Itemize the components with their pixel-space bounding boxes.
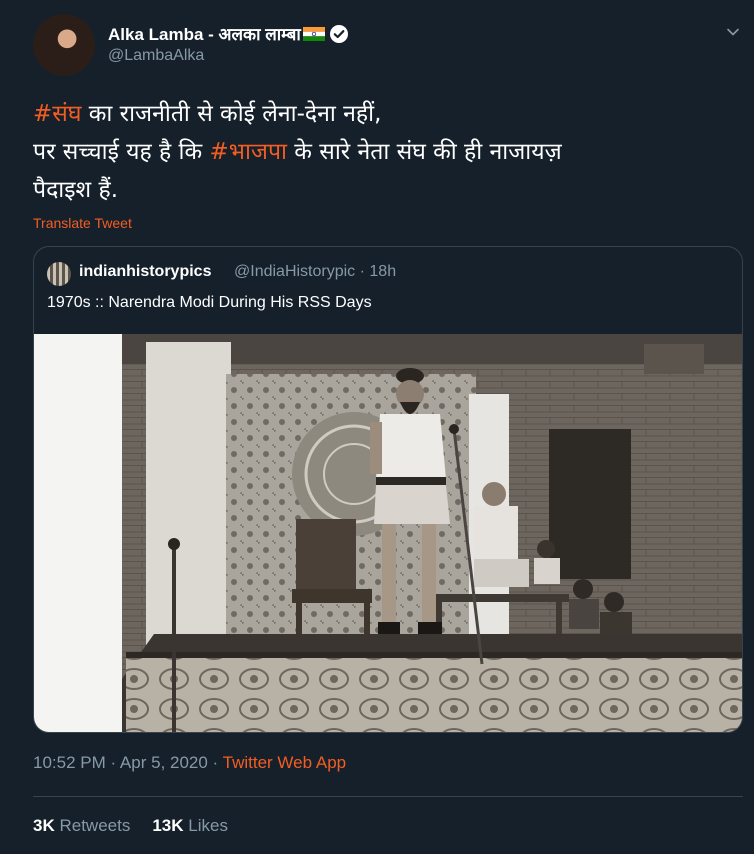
quoted-author-handle-time: @IndiaHistorypic · 18h [234,263,397,280]
flag-icon [302,26,325,41]
likes-label: Likes [188,816,228,835]
author-display-name[interactable]: Alka Lamba - अलका लाम्बा [108,22,301,45]
name-row: Alka Lamba - अलका लाम्बा [108,22,349,45]
tweet-line-3: पैदाइश हैं. [33,177,119,203]
tweet-source-app[interactable]: Twitter Web App [223,753,346,772]
tweet-text: #संघ का राजनीती से कोई लेना-देना नहीं, प… [33,95,723,209]
retweets-stat[interactable]: 3K Retweets [33,816,130,836]
likes-stat[interactable]: 13K Likes [152,816,228,836]
hashtag-bjp[interactable]: #भाजपा [210,139,288,165]
translate-tweet-link[interactable]: Translate Tweet [33,215,132,231]
quoted-tweet-text: 1970s :: Narendra Modi During His RSS Da… [47,294,372,311]
hashtag-sangh[interactable]: #संघ [33,101,81,127]
tweet-line-1-text: का राजनीती से कोई लेना-देना नहीं, [81,101,382,127]
author-handle[interactable]: @LambaAlka [108,47,204,65]
tweet-stats: 3K Retweets 13K Likes [33,816,228,836]
verified-icon [329,24,348,43]
divider-top [33,796,743,797]
author-avatar[interactable] [33,14,95,76]
tweet-line-2: पर सच्चाई यह है कि #भाजपा के सारे नेता स… [33,133,723,171]
retweets-count: 3K [33,816,55,835]
tweet-meta: 10:52 PM · Apr 5, 2020 · Twitter Web App [33,753,346,773]
caret-down-icon[interactable] [725,24,741,40]
tweet-timestamp[interactable]: 10:52 PM · Apr 5, 2020 · [33,753,223,772]
tweet-line-1: #संघ का राजनीती से कोई लेना-देना नहीं, [33,95,723,133]
likes-count: 13K [152,816,184,835]
historic-photo-illustration [34,334,742,732]
tweet-header: Alka Lamba - अलका लाम्बा @LambaAlka [0,0,754,90]
retweets-label: Retweets [59,816,131,835]
tweet-line-2-start: पर सच्चाई यह है कि [33,139,210,165]
quoted-tweet[interactable]: indianhistorypics @IndiaHistorypic · 18h… [33,246,743,733]
quoted-author-avatar [47,262,71,286]
tweet-line-2-text: के सारे नेता संघ की ही नाजायज़ [287,139,562,165]
quoted-author-name: indianhistorypics [79,263,212,280]
quoted-photo[interactable] [34,334,742,732]
